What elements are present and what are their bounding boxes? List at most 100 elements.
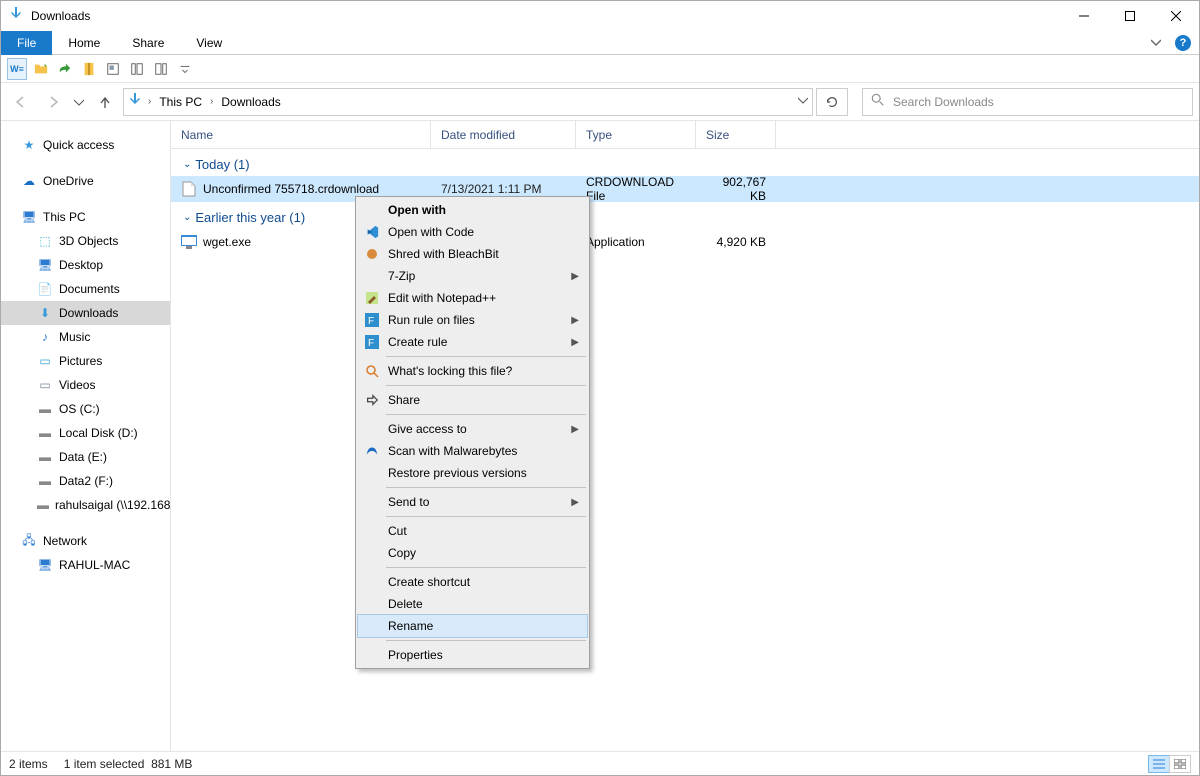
cm-rename[interactable]: Rename bbox=[358, 615, 587, 637]
breadcrumb-this-pc[interactable]: This PC bbox=[153, 95, 208, 109]
tree-data2-f[interactable]: ▬Data2 (F:) bbox=[1, 469, 170, 493]
tree-pictures[interactable]: ▭Pictures bbox=[1, 349, 170, 373]
tree-local-d[interactable]: ▬Local Disk (D:) bbox=[1, 421, 170, 445]
help-button[interactable]: ? bbox=[1175, 35, 1191, 51]
cm-properties[interactable]: Properties bbox=[358, 644, 587, 666]
qat-new-folder-icon[interactable] bbox=[31, 58, 51, 80]
tab-share[interactable]: Share bbox=[116, 31, 180, 55]
search-input[interactable] bbox=[891, 94, 1184, 110]
tree-music[interactable]: ♪Music bbox=[1, 325, 170, 349]
cm-run-rule[interactable]: FRun rule on files▶ bbox=[358, 309, 587, 331]
back-button[interactable] bbox=[7, 88, 35, 116]
column-name[interactable]: Name bbox=[171, 121, 431, 148]
qat-properties-icon[interactable]: W≡ bbox=[7, 58, 27, 80]
qat-layout2-icon[interactable] bbox=[151, 58, 171, 80]
qat-overflow-icon[interactable] bbox=[175, 58, 195, 80]
forward-button[interactable] bbox=[39, 88, 67, 116]
address-bar[interactable]: › This PC › Downloads bbox=[123, 88, 813, 116]
cm-open-with[interactable]: Open with bbox=[358, 199, 587, 221]
tree-rahul-mac[interactable]: 🖥RAHUL-MAC bbox=[1, 553, 170, 577]
computer-icon: 🖥 bbox=[37, 558, 53, 572]
cm-create-rule[interactable]: FCreate rule▶ bbox=[358, 331, 587, 353]
file-list-panel: Name Date modified Type Size ⌄ Today (1)… bbox=[171, 121, 1199, 751]
tab-view[interactable]: View bbox=[180, 31, 238, 55]
recent-dropdown[interactable] bbox=[71, 88, 87, 116]
tree-downloads[interactable]: ⬇Downloads bbox=[1, 301, 170, 325]
cm-shred-bleachbit[interactable]: Shred with BleachBit bbox=[358, 243, 587, 265]
navigation-bar: › This PC › Downloads bbox=[1, 83, 1199, 121]
tab-home[interactable]: Home bbox=[52, 31, 116, 55]
cm-copy[interactable]: Copy bbox=[358, 542, 587, 564]
tab-file[interactable]: File bbox=[1, 31, 52, 55]
chevron-down-icon: ⌄ bbox=[183, 212, 191, 223]
search-box[interactable] bbox=[862, 88, 1193, 116]
tree-os-c[interactable]: ▬OS (C:) bbox=[1, 397, 170, 421]
column-size[interactable]: Size bbox=[696, 121, 776, 148]
close-button[interactable] bbox=[1153, 1, 1199, 31]
tree-documents[interactable]: 📄Documents bbox=[1, 277, 170, 301]
tree-quick-access[interactable]: ★Quick access bbox=[1, 133, 170, 157]
cube-icon: ⬚ bbox=[37, 234, 53, 248]
status-bar: 2 items 1 item selected 881 MB bbox=[1, 751, 1199, 775]
videos-icon: ▭ bbox=[37, 378, 53, 392]
cm-malwarebytes[interactable]: Scan with Malwarebytes bbox=[358, 440, 587, 462]
tree-this-pc[interactable]: 🖥This PC bbox=[1, 205, 170, 229]
cm-notepadpp[interactable]: Edit with Notepad++ bbox=[358, 287, 587, 309]
tree-desktop[interactable]: 🖥Desktop bbox=[1, 253, 170, 277]
file-size: 902,767 KB bbox=[696, 175, 776, 203]
chevron-right-icon: ▶ bbox=[571, 271, 579, 282]
qat-layout1-icon[interactable] bbox=[127, 58, 147, 80]
file-icon bbox=[181, 181, 197, 197]
qat-reveal-icon[interactable] bbox=[103, 58, 123, 80]
tree-netdrive[interactable]: ▬rahulsaigal (\\192.168 bbox=[1, 493, 170, 517]
view-details-button[interactable] bbox=[1148, 755, 1170, 773]
file-date: 7/13/2021 1:11 PM bbox=[431, 182, 576, 196]
column-date[interactable]: Date modified bbox=[431, 121, 576, 148]
cm-restore-versions[interactable]: Restore previous versions bbox=[358, 462, 587, 484]
cm-cut[interactable]: Cut bbox=[358, 520, 587, 542]
up-button[interactable] bbox=[91, 88, 119, 116]
file-type: CRDOWNLOAD File bbox=[576, 175, 696, 203]
group-earlier[interactable]: ⌄ Earlier this year (1) bbox=[171, 202, 1199, 229]
address-dropdown-icon[interactable] bbox=[798, 95, 808, 108]
qat-share-arrow-icon[interactable] bbox=[55, 58, 75, 80]
desktop-icon: 🖥 bbox=[37, 258, 53, 272]
tree-network[interactable]: 🖧Network bbox=[1, 529, 170, 553]
cloud-icon: ☁ bbox=[21, 174, 37, 188]
cm-whats-locking[interactable]: What's locking this file? bbox=[358, 360, 587, 382]
separator bbox=[386, 414, 586, 415]
view-thumbnails-button[interactable] bbox=[1169, 755, 1191, 773]
cm-create-shortcut[interactable]: Create shortcut bbox=[358, 571, 587, 593]
group-today[interactable]: ⌄ Today (1) bbox=[171, 149, 1199, 176]
folder-downloads-icon bbox=[128, 92, 144, 111]
cm-send-to[interactable]: Send to▶ bbox=[358, 491, 587, 513]
file-name: Unconfirmed 755718.crdownload bbox=[203, 182, 379, 196]
tree-data-e[interactable]: ▬Data (E:) bbox=[1, 445, 170, 469]
cm-7zip[interactable]: 7-Zip▶ bbox=[358, 265, 587, 287]
disk-icon: ▬ bbox=[37, 450, 53, 464]
qat-zip-icon[interactable] bbox=[79, 58, 99, 80]
view-mode-toggle bbox=[1149, 755, 1191, 773]
file-row[interactable]: Unconfirmed 755718.crdownload 7/13/2021 … bbox=[171, 176, 1199, 202]
separator bbox=[386, 516, 586, 517]
cm-give-access[interactable]: Give access to▶ bbox=[358, 418, 587, 440]
column-type[interactable]: Type bbox=[576, 121, 696, 148]
file-row[interactable]: wget.exe Application 4,920 KB bbox=[171, 229, 1199, 255]
maximize-button[interactable] bbox=[1107, 1, 1153, 31]
chevron-right-icon[interactable]: › bbox=[148, 96, 151, 107]
ribbon-collapse-chevron[interactable] bbox=[1145, 36, 1167, 50]
chevron-right-icon[interactable]: › bbox=[210, 96, 213, 107]
cm-share[interactable]: Share bbox=[358, 389, 587, 411]
tree-onedrive[interactable]: ☁OneDrive bbox=[1, 169, 170, 193]
tree-3d-objects[interactable]: ⬚3D Objects bbox=[1, 229, 170, 253]
downloads-icon bbox=[9, 6, 25, 27]
breadcrumb-downloads[interactable]: Downloads bbox=[215, 95, 286, 109]
pictures-icon: ▭ bbox=[37, 354, 53, 368]
cm-delete[interactable]: Delete bbox=[358, 593, 587, 615]
separator bbox=[386, 356, 586, 357]
tree-videos[interactable]: ▭Videos bbox=[1, 373, 170, 397]
minimize-button[interactable] bbox=[1061, 1, 1107, 31]
cm-open-with-code[interactable]: Open with Code bbox=[358, 221, 587, 243]
refresh-button[interactable] bbox=[816, 88, 848, 116]
document-icon: 📄 bbox=[37, 282, 53, 296]
